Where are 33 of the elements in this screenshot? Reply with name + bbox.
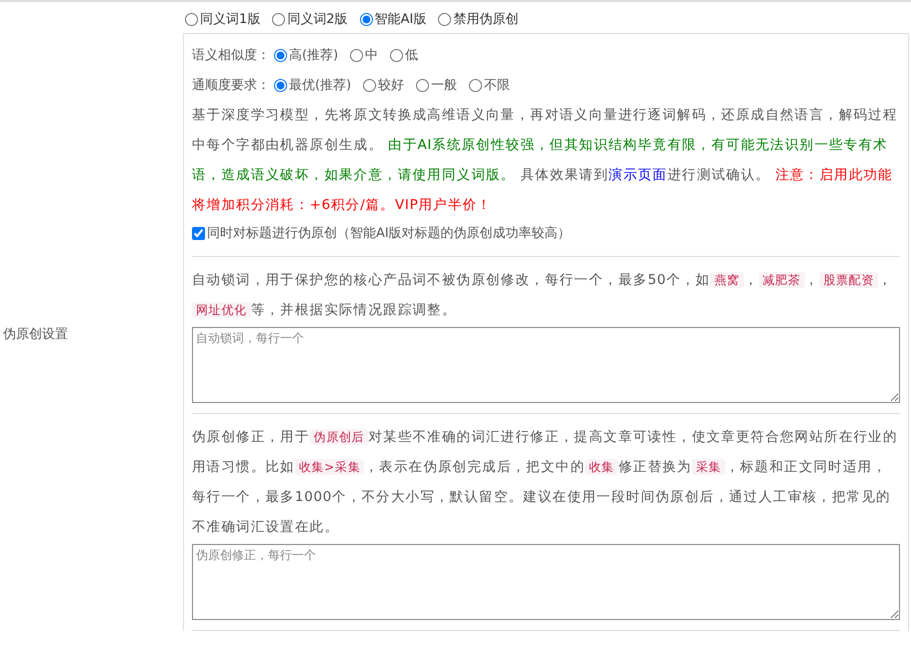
radio-button[interactable]: [390, 48, 404, 62]
radio-button[interactable]: [272, 12, 286, 26]
description-text: 基于深度学习模型，先将原文转换成高维语义向量，再对语义向量进行逐词解码，还原成自然语言，解码过程中每个字都由机器原创生成。 由于AI系统原创性较强，但其知识结构毕竟有限，有可能无法识别一些专有术语，造成语义破坏，如果介意，请使用同义词版。 具体效果请到演示页面进行测试确认。 注意：启用此功能将增加积分消耗：+6积分/篇。VIP用户半价！: [192, 106, 899, 215]
setting-label: 通顺度要求：: [192, 77, 270, 94]
radio-button[interactable]: [416, 78, 430, 92]
option-label: 一般: [431, 77, 458, 94]
radio-button[interactable]: [350, 48, 364, 62]
title-checkbox[interactable]: [192, 226, 205, 240]
correction-field[interactable]: 伪原创修正，每行一个: [192, 544, 900, 620]
option-label: 低: [405, 47, 418, 64]
demo-page-link[interactable]: 演示页面: [608, 167, 668, 183]
description-text: 自动锁词，用于保护您的核心产品词不被伪原创修改，每行一个，最多50个，如 燕窝 ， 减肥茶 ， 股票配资 ， 网址优化 等，并根据实际情况跟踪调整。: [192, 271, 894, 320]
checkbox-label: 同时对标题进行伪原创（智能AI版对标题的伪原创成功率较高）: [207, 225, 571, 242]
option-label: 同义词1版: [200, 11, 260, 28]
lock-words-field[interactable]: 自动锁词，每行一个: [192, 327, 900, 403]
option-label: 较好: [378, 77, 404, 94]
description-text: 伪原创修正，用于 伪原创后 对某些不准确的词汇进行修正，提高文章可读性，使文章更符合您网站所在行业的用语习惯。比如 收集>采集 ，表示在伪原创完成后，把文中的 收集 修正替换为 采集 ，标题和正文同时适用，每行一个，最多1000个，不分大小写，默认留空。建议在使用一段时间伪原创后，通过人工审核，把常见的不准确词汇设置在此。: [192, 428, 899, 537]
setting-label: 语义相似度：: [192, 47, 270, 64]
radio-button[interactable]: [469, 78, 482, 92]
option-label: 最优(推荐): [289, 77, 352, 94]
option-label: 智能AI版: [374, 11, 426, 28]
radio-button[interactable]: [185, 12, 198, 26]
option-label: 禁用伪原创: [453, 11, 518, 28]
setting-label: 伪原创设置: [2, 326, 68, 343]
option-label: 同义词2版: [287, 11, 348, 28]
radio-button[interactable]: [274, 78, 287, 92]
option-label: 不限: [484, 77, 510, 94]
radio-button[interactable]: [274, 48, 287, 62]
radio-button[interactable]: [363, 78, 376, 92]
radio-button[interactable]: [360, 12, 373, 26]
option-label: 中: [365, 47, 378, 64]
option-label: 高(推荐): [289, 47, 338, 64]
radio-button[interactable]: [438, 12, 452, 26]
